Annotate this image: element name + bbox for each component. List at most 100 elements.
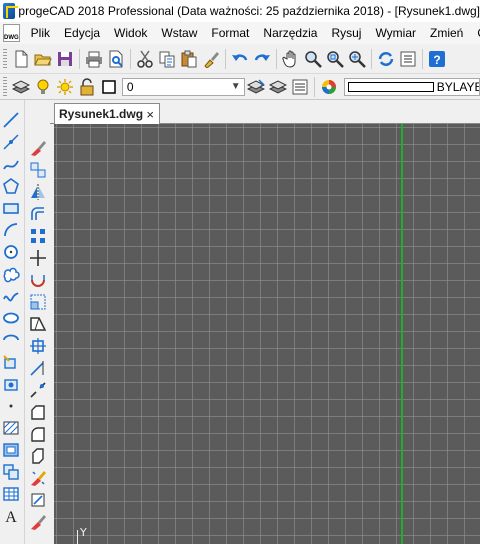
copy-icon[interactable] bbox=[156, 48, 178, 70]
zoom-extents-icon[interactable] bbox=[346, 48, 368, 70]
circle-icon[interactable] bbox=[0, 241, 22, 263]
erase-icon[interactable] bbox=[27, 137, 49, 159]
arc-icon[interactable] bbox=[0, 219, 22, 241]
toolbar-grip[interactable] bbox=[3, 48, 7, 69]
polyline-icon[interactable] bbox=[0, 153, 22, 175]
layer-dropdown[interactable]: 0 ▼ bbox=[121, 77, 245, 96]
menu-rysuj[interactable]: Rysuj bbox=[324, 26, 368, 40]
insert-block-icon[interactable] bbox=[0, 351, 22, 373]
layer-manager-icon[interactable] bbox=[10, 76, 32, 98]
match-properties-brush-icon[interactable] bbox=[200, 48, 222, 70]
rectangle-icon[interactable] bbox=[0, 197, 22, 219]
color-wheel-icon[interactable] bbox=[318, 76, 340, 98]
spline-icon[interactable] bbox=[0, 285, 22, 307]
current-color-value: BYLAYER bbox=[436, 79, 479, 94]
layer-on-bulb-icon[interactable] bbox=[32, 76, 54, 98]
layer-lock-icon[interactable] bbox=[76, 76, 98, 98]
match-properties-icon[interactable] bbox=[27, 511, 49, 533]
menu-wymiar[interactable]: Wymiar bbox=[368, 26, 423, 40]
cut-icon[interactable] bbox=[134, 48, 156, 70]
menu-plik[interactable]: Plik bbox=[24, 26, 57, 40]
help-icon[interactable]: ? bbox=[426, 48, 448, 70]
revision-cloud-icon[interactable] bbox=[0, 263, 22, 285]
modify-extra-icon[interactable] bbox=[27, 489, 49, 511]
menu-bar: DWG Plik Edycja Widok Wstaw Format Narzę… bbox=[0, 22, 480, 44]
offset-icon[interactable] bbox=[27, 203, 49, 225]
extend-icon[interactable] bbox=[27, 357, 49, 379]
break-icon[interactable] bbox=[27, 379, 49, 401]
menu-widok[interactable]: Widok bbox=[107, 26, 154, 40]
make-block-icon[interactable] bbox=[0, 373, 22, 395]
close-icon[interactable]: × bbox=[146, 107, 154, 122]
line-icon[interactable] bbox=[0, 109, 22, 131]
hatch-icon[interactable] bbox=[0, 417, 22, 439]
ellipse-icon[interactable] bbox=[0, 307, 22, 329]
toolbar-separator bbox=[422, 48, 423, 69]
pan-hand-icon[interactable] bbox=[280, 48, 302, 70]
copy-objects-icon[interactable] bbox=[27, 159, 49, 181]
properties-list-icon[interactable] bbox=[397, 48, 419, 70]
region-icon[interactable] bbox=[0, 461, 22, 483]
title-bar: progeCAD 2018 Professional (Data ważnośc… bbox=[0, 0, 480, 22]
standard-toolbar: ? bbox=[0, 44, 480, 74]
point-icon[interactable] bbox=[0, 395, 22, 417]
tab-label: Rysunek1.dwg bbox=[59, 107, 144, 121]
save-icon[interactable] bbox=[54, 48, 76, 70]
stretch-icon[interactable] bbox=[27, 313, 49, 335]
paste-icon[interactable] bbox=[178, 48, 200, 70]
table-icon[interactable] bbox=[0, 483, 22, 505]
rotate-icon[interactable] bbox=[27, 269, 49, 291]
toolbar-separator bbox=[276, 48, 277, 69]
open-folder-icon[interactable] bbox=[32, 48, 54, 70]
array-icon[interactable] bbox=[27, 225, 49, 247]
zoom-window-icon[interactable] bbox=[324, 48, 346, 70]
toolbar-grip[interactable] bbox=[3, 76, 7, 97]
regenerate-icon[interactable] bbox=[375, 48, 397, 70]
new-file-icon[interactable] bbox=[10, 48, 32, 70]
color-dropdown[interactable]: BYLAYER bbox=[343, 77, 480, 96]
menu-wstaw[interactable]: Wstaw bbox=[154, 26, 204, 40]
progecad-app-icon[interactable] bbox=[3, 3, 19, 19]
menu-narzedzia[interactable]: Narzędzia bbox=[256, 26, 324, 40]
svg-text:A: A bbox=[5, 509, 17, 525]
ellipse-arc-icon[interactable] bbox=[0, 329, 22, 351]
chevron-down-icon[interactable]: ▼ bbox=[231, 81, 241, 92]
toolbar-separator bbox=[225, 48, 226, 69]
modify-toolbar bbox=[25, 128, 52, 544]
redo-icon[interactable] bbox=[251, 48, 273, 70]
menu-zmien[interactable]: Zmień bbox=[423, 26, 470, 40]
menu-obiekt[interactable]: Ob bbox=[470, 26, 480, 40]
scale-icon[interactable] bbox=[27, 291, 49, 313]
chamfer-icon[interactable] bbox=[27, 401, 49, 423]
print-preview-icon[interactable] bbox=[105, 48, 127, 70]
make-object-layer-current-icon[interactable] bbox=[245, 76, 267, 98]
multiline-text-icon[interactable]: A bbox=[0, 505, 22, 527]
edit-polyline-icon[interactable] bbox=[27, 445, 49, 467]
layer-states-icon[interactable] bbox=[289, 76, 311, 98]
gradient-icon[interactable] bbox=[0, 439, 22, 461]
print-icon[interactable] bbox=[83, 48, 105, 70]
zoom-realtime-icon[interactable] bbox=[302, 48, 324, 70]
infinite-line-icon[interactable] bbox=[0, 131, 22, 153]
trim-icon[interactable] bbox=[27, 335, 49, 357]
document-tab-bar: Rysunek1.dwg × bbox=[50, 100, 480, 124]
explode-icon[interactable] bbox=[27, 467, 49, 489]
fillet-icon[interactable] bbox=[27, 423, 49, 445]
layer-color-box-icon[interactable] bbox=[98, 76, 120, 98]
polygon-icon[interactable] bbox=[0, 175, 22, 197]
menu-format[interactable]: Format bbox=[204, 26, 256, 40]
layer-thaw-sun-icon[interactable] bbox=[54, 76, 76, 98]
dwg-document-icon[interactable]: DWG bbox=[3, 24, 20, 42]
mirror-icon[interactable] bbox=[27, 181, 49, 203]
move-icon[interactable] bbox=[27, 247, 49, 269]
draw-toolbar: A bbox=[0, 100, 25, 544]
svg-text:?: ? bbox=[433, 53, 440, 67]
drawing-canvas[interactable]: Y bbox=[54, 124, 480, 544]
menu-edycja[interactable]: Edycja bbox=[57, 26, 107, 40]
toolbar-separator bbox=[79, 48, 80, 69]
current-layer-value: 0 bbox=[126, 79, 134, 94]
tab-rysunek1[interactable]: Rysunek1.dwg × bbox=[54, 103, 160, 124]
undo-icon[interactable] bbox=[229, 48, 251, 70]
toolbar-grip bbox=[25, 128, 52, 137]
layer-previous-icon[interactable] bbox=[267, 76, 289, 98]
